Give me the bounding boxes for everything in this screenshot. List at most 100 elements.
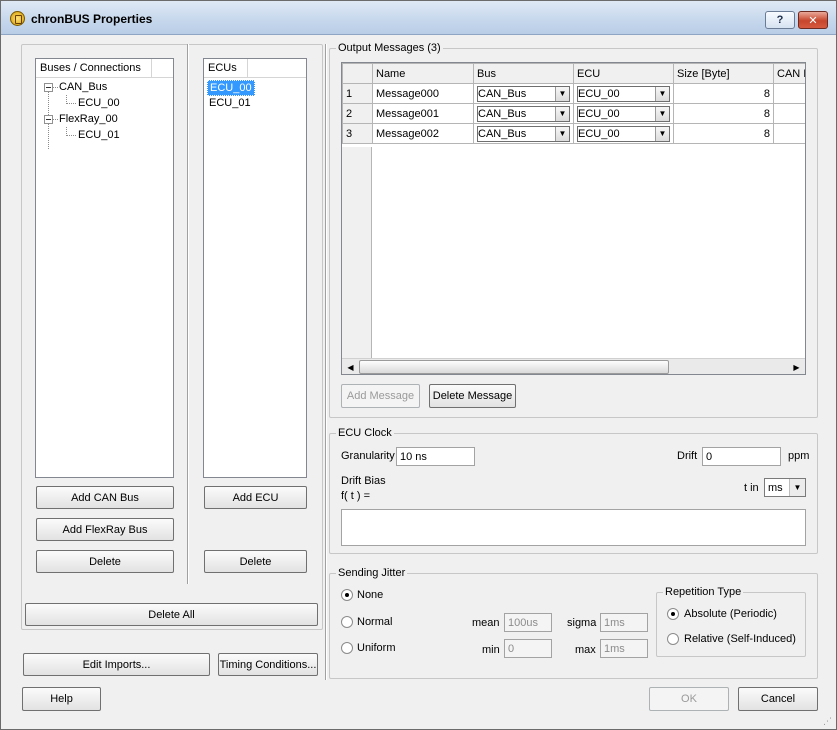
size-cell[interactable]: 8 <box>673 83 774 104</box>
granularity-input[interactable]: 10 ns <box>396 447 475 466</box>
max-input[interactable]: 1ms <box>600 639 648 658</box>
absolute-periodic-label[interactable]: Absolute (Periodic) <box>684 608 777 620</box>
tree-item-can-bus[interactable]: CAN_Bus <box>59 81 107 93</box>
collapse-icon[interactable] <box>44 83 53 92</box>
message-name-cell[interactable]: Message001 <box>372 103 474 124</box>
bus-dropdown[interactable]: CAN_Bus ▼ <box>477 105 570 122</box>
scroll-thumb[interactable] <box>359 360 669 374</box>
table-row[interactable]: 3 Message002 CAN_Bus ▼ ECU_00 ▼ 8 <box>342 123 805 144</box>
add-message-button[interactable]: Add Message <box>341 384 420 408</box>
chevron-down-icon[interactable]: ▼ <box>555 86 569 101</box>
bus-cell[interactable]: CAN_Bus ▼ <box>473 123 574 144</box>
cancel-button[interactable]: Cancel <box>738 687 818 711</box>
drift-bias-function-input[interactable] <box>341 509 806 546</box>
close-icon[interactable]: ✕ <box>798 11 828 29</box>
column-header-size[interactable]: Size [Byte] <box>673 63 774 84</box>
delete-ecu-button[interactable]: Delete <box>204 550 307 573</box>
can-id-cell[interactable] <box>773 123 805 144</box>
ecu-dropdown[interactable]: ECU_00 ▼ <box>577 105 670 122</box>
bus-cell[interactable]: CAN_Bus ▼ <box>473 83 574 104</box>
column-header-bus[interactable]: Bus <box>473 63 574 84</box>
add-flexray-bus-button[interactable]: Add FlexRay Bus <box>36 518 174 541</box>
buses-tree[interactable]: Buses / Connections CAN_Bus ECU_00 FlexR… <box>35 58 174 478</box>
jitter-none-label[interactable]: None <box>357 589 383 601</box>
messages-table: Name Bus ECU Size [Byte] CAN II 1 Messag… <box>342 63 805 144</box>
mean-input[interactable]: 100us <box>504 613 552 632</box>
chevron-down-icon[interactable]: ▼ <box>555 126 569 141</box>
row-header-filler <box>342 147 372 359</box>
chevron-down-icon[interactable]: ▼ <box>655 86 669 101</box>
chevron-down-icon[interactable]: ▼ <box>655 126 669 141</box>
sigma-label: sigma <box>567 617 597 629</box>
list-item-ecu-00[interactable]: ECU_00 <box>207 80 255 96</box>
tree-item-ecu-01[interactable]: ECU_01 <box>78 129 120 141</box>
edit-imports-button[interactable]: Edit Imports... <box>23 653 210 676</box>
list-item-ecu-01[interactable]: ECU_01 <box>207 96 253 110</box>
message-name-cell[interactable]: Message000 <box>372 83 474 104</box>
absolute-periodic-radio[interactable] <box>667 608 679 620</box>
drift-input[interactable]: 0 <box>702 447 781 466</box>
tree-line <box>67 135 76 136</box>
bus-dropdown[interactable]: CAN_Bus ▼ <box>477 85 570 102</box>
chevron-down-icon[interactable]: ▼ <box>789 479 805 496</box>
title-bar[interactable]: chronBUS Properties ? ✕ <box>1 1 836 35</box>
messages-grid[interactable]: Name Bus ECU Size [Byte] CAN II 1 Messag… <box>341 62 806 375</box>
help-title-button[interactable]: ? <box>765 11 795 29</box>
size-cell[interactable]: 8 <box>673 123 774 144</box>
message-name-cell[interactable]: Message002 <box>372 123 474 144</box>
timing-conditions-button[interactable]: Timing Conditions... <box>218 653 318 676</box>
bus-cell[interactable]: CAN_Bus ▼ <box>473 103 574 124</box>
bus-dropdown[interactable]: CAN_Bus ▼ <box>477 125 570 142</box>
delete-bus-button[interactable]: Delete <box>36 550 174 573</box>
min-input[interactable]: 0 <box>504 639 552 658</box>
chevron-down-icon[interactable]: ▼ <box>655 106 669 121</box>
tree-item-flexray[interactable]: FlexRay_00 <box>59 113 118 125</box>
sigma-input[interactable]: 1ms <box>600 613 648 632</box>
can-id-cell[interactable] <box>773 103 805 124</box>
jitter-none-radio[interactable] <box>341 589 353 601</box>
ecu-dropdown[interactable]: ECU_00 ▼ <box>577 125 670 142</box>
table-row[interactable]: 1 Message000 CAN_Bus ▼ ECU_00 ▼ 8 <box>342 83 805 104</box>
ecu-cell[interactable]: ECU_00 ▼ <box>573 103 674 124</box>
jitter-normal-radio[interactable] <box>341 616 353 628</box>
jitter-uniform-label[interactable]: Uniform <box>357 642 396 654</box>
ok-button[interactable]: OK <box>649 687 729 711</box>
mean-label: mean <box>472 617 500 629</box>
properties-dialog: chronBUS Properties ? ✕ Buses / Connecti… <box>0 0 837 730</box>
collapse-icon[interactable] <box>44 115 53 124</box>
ecu-cell[interactable]: ECU_00 ▼ <box>573 83 674 104</box>
table-header-row: Name Bus ECU Size [Byte] CAN II <box>342 63 805 84</box>
column-header-rownum[interactable] <box>342 63 373 84</box>
add-ecu-button[interactable]: Add ECU <box>204 486 307 509</box>
ecu-cell[interactable]: ECU_00 ▼ <box>573 123 674 144</box>
jitter-normal-label[interactable]: Normal <box>357 616 392 628</box>
horizontal-scrollbar[interactable]: ◀ ▶ <box>342 358 805 374</box>
add-can-bus-button[interactable]: Add CAN Bus <box>36 486 174 509</box>
column-header-ecu[interactable]: ECU <box>573 63 674 84</box>
ecus-header[interactable]: ECUs <box>204 59 306 78</box>
chevron-down-icon[interactable]: ▼ <box>555 106 569 121</box>
relative-self-induced-radio[interactable] <box>667 633 679 645</box>
time-unit-select[interactable]: ms ▼ <box>764 478 806 497</box>
help-button[interactable]: Help <box>22 687 101 711</box>
column-header-can-id[interactable]: CAN II <box>773 63 805 84</box>
ecu-list[interactable]: ECUs ECU_00 ECU_01 <box>203 58 307 478</box>
delete-message-button[interactable]: Delete Message <box>429 384 516 408</box>
column-header-name[interactable]: Name <box>372 63 474 84</box>
size-cell[interactable]: 8 <box>673 103 774 124</box>
table-row[interactable]: 2 Message001 CAN_Bus ▼ ECU_00 ▼ 8 <box>342 103 805 124</box>
repetition-type-label: Repetition Type <box>663 586 744 598</box>
relative-self-induced-label[interactable]: Relative (Self-Induced) <box>684 633 796 645</box>
ecu-dropdown[interactable]: ECU_00 ▼ <box>577 85 670 102</box>
buses-header[interactable]: Buses / Connections <box>36 59 173 78</box>
scroll-left-icon[interactable]: ◀ <box>342 359 359 374</box>
splitter[interactable] <box>187 44 189 584</box>
can-id-cell[interactable] <box>773 83 805 104</box>
delete-all-button[interactable]: Delete All <box>25 603 318 626</box>
resize-grip-icon[interactable]: ⋰ <box>823 716 833 726</box>
tree-line <box>67 103 76 104</box>
tree-item-ecu-00[interactable]: ECU_00 <box>78 97 120 109</box>
jitter-uniform-radio[interactable] <box>341 642 353 654</box>
tree-line <box>53 119 58 120</box>
scroll-right-icon[interactable]: ▶ <box>788 359 805 374</box>
